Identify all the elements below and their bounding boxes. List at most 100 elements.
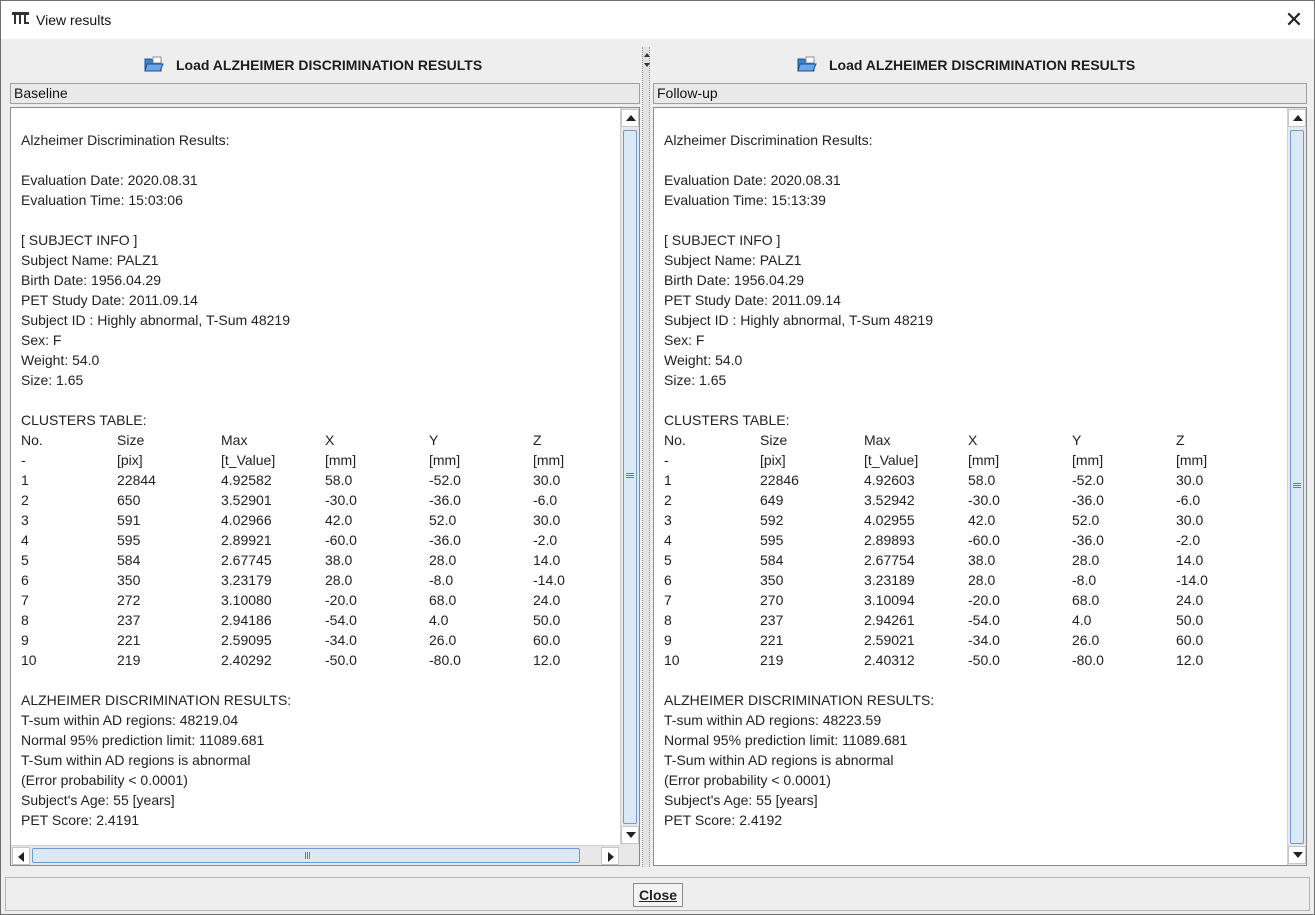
table-cell: 30.0 — [533, 472, 561, 488]
pet-score: PET Score: 2.4191 — [21, 812, 140, 828]
table-cell: 9 — [21, 632, 29, 648]
load-baseline-button[interactable]: Load ALZHEIMER DISCRIMINATION RESULTS — [144, 51, 482, 79]
pmod-icon — [12, 12, 29, 24]
follow-up-results-text[interactable]: Alzheimer Discrimination Results: Evalua… — [653, 107, 1307, 866]
pet-score: PET Score: 2.4192 — [664, 812, 783, 828]
sex: Sex: F — [664, 332, 705, 348]
scroll-down-button[interactable] — [621, 826, 639, 844]
table-cell: 2.67745 — [221, 552, 272, 568]
table-cell: 7 — [21, 592, 29, 608]
sex: Sex: F — [21, 332, 62, 348]
table-cell: 2.59095 — [221, 632, 272, 648]
table-cell: 28.0 — [1072, 552, 1100, 568]
table-cell: -50.0 — [325, 652, 357, 668]
split-pane-divider[interactable] — [642, 47, 650, 867]
table-cell: 10 — [21, 652, 37, 668]
window-title: View results — [36, 12, 112, 28]
scroll-corner — [620, 845, 639, 865]
footer-bar: Close — [5, 877, 1310, 911]
table-cell: 42.0 — [968, 512, 996, 528]
table-cell: 592 — [760, 512, 784, 528]
table-cell: 28.0 — [968, 572, 996, 588]
table-cell: -36.0 — [429, 532, 461, 548]
table-row: 8 237 2.94186 -54.0 4.0 50.0 — [21, 610, 560, 630]
scroll-thumb[interactable] — [1290, 130, 1304, 844]
report-text: Alzheimer Discrimination Results: Evalua… — [21, 130, 565, 830]
report-heading: Alzheimer Discrimination Results: — [664, 132, 873, 148]
evaluation-date: Evaluation Date: 2020.08.31 — [21, 172, 198, 188]
collapse-right-icon[interactable] — [644, 63, 650, 67]
table-cell: -14.0 — [1176, 572, 1208, 588]
weight: Weight: 54.0 — [664, 352, 743, 368]
load-label: Load ALZHEIMER DISCRIMINATION RESULTS — [829, 57, 1136, 73]
table-cell: 3 — [21, 512, 29, 528]
table-cell: -52.0 — [1072, 472, 1104, 488]
tsum: T-sum within AD regions: 48219.04 — [21, 712, 239, 728]
vertical-scrollbar[interactable] — [1287, 108, 1306, 865]
horizontal-scroll-thumb[interactable] — [32, 848, 580, 863]
table-cell: 2.94186 — [221, 612, 272, 628]
table-cell: 9 — [664, 632, 672, 648]
table-cell: 58.0 — [325, 472, 353, 488]
table-cell: 584 — [117, 552, 141, 568]
scroll-thumb[interactable] — [623, 130, 637, 824]
clusters-table-units: - [pix] [t_Value] [mm] [mm] [mm] — [21, 452, 565, 468]
table-cell: 219 — [117, 652, 141, 668]
table-row: 3 592 4.02955 42.0 52.0 30.0 — [664, 510, 1203, 530]
clusters-table-columns: No. Size Max X Y Z — [664, 432, 1185, 448]
table-cell: 4.0 — [429, 612, 449, 628]
scroll-right-button[interactable] — [601, 847, 619, 865]
size: Size: 1.65 — [664, 372, 727, 388]
birth-date: Birth Date: 1956.04.29 — [21, 272, 162, 288]
table-row: 6 350 3.23179 28.0 -8.0 -14.0 — [21, 570, 565, 590]
table-cell: -2.0 — [533, 532, 558, 548]
table-cell: 2.89921 — [221, 532, 272, 548]
arrow-right-icon — [608, 852, 614, 862]
table-cell: 650 — [117, 492, 141, 508]
clusters-table-body: 1 22844 4.92582 58.0 -52.0 30.0 2 650 3.52901 -30… — [21, 470, 565, 670]
horizontal-scrollbar[interactable] — [11, 845, 620, 865]
table-row: 7 270 3.10094 -20.0 68.0 24.0 — [664, 590, 1203, 610]
table-row: 8 237 2.94261 -54.0 4.0 50.0 — [664, 610, 1203, 630]
table-cell: 30.0 — [533, 512, 561, 528]
close-icon[interactable]: ✕ — [1279, 5, 1309, 35]
subject-id: Subject ID : Highly abnormal, T-Sum 4821… — [21, 312, 290, 328]
scroll-up-button[interactable] — [1288, 109, 1306, 127]
baseline-results-text[interactable]: Alzheimer Discrimination Results: Evalua… — [10, 107, 640, 866]
evaluation-time: Evaluation Time: 15:13:39 — [664, 192, 826, 208]
subject-info-header: [ SUBJECT INFO ] — [21, 232, 138, 248]
clusters-table-body: 1 22846 4.92603 58.0 -52.0 30.0 2 649 3.52942 -30… — [664, 470, 1208, 670]
arrow-up-icon — [626, 115, 636, 121]
table-cell: 38.0 — [325, 552, 353, 568]
subject-id: Subject ID : Highly abnormal, T-Sum 4821… — [664, 312, 933, 328]
table-row: 5 584 2.67754 38.0 28.0 14.0 — [664, 550, 1203, 570]
table-cell: -60.0 — [968, 532, 1000, 548]
table-cell: 3.23189 — [864, 572, 915, 588]
collapse-left-icon[interactable] — [644, 53, 650, 57]
clusters-table-columns: No. Size Max X Y Z — [21, 432, 542, 448]
table-cell: 24.0 — [533, 592, 561, 608]
table-cell: 270 — [760, 592, 784, 608]
table-row: 6 350 3.23189 28.0 -8.0 -14.0 — [664, 570, 1208, 590]
load-follow-up-button[interactable]: Load ALZHEIMER DISCRIMINATION RESULTS — [797, 51, 1135, 79]
results-header: ALZHEIMER DISCRIMINATION RESULTS: — [21, 692, 292, 708]
table-cell: 3.23179 — [221, 572, 272, 588]
close-button[interactable]: Close — [633, 883, 683, 907]
scroll-up-button[interactable] — [621, 109, 639, 127]
table-cell: 350 — [760, 572, 784, 588]
table-cell: 221 — [760, 632, 784, 648]
table-cell: 584 — [760, 552, 784, 568]
scroll-down-button[interactable] — [1288, 846, 1306, 864]
vertical-scrollbar[interactable] — [620, 108, 639, 845]
birth-date: Birth Date: 1956.04.29 — [664, 272, 805, 288]
clusters-table-header: CLUSTERS TABLE: — [21, 412, 147, 428]
table-cell: 8 — [664, 612, 672, 628]
arrow-up-icon — [1293, 115, 1303, 121]
scroll-left-button[interactable] — [12, 847, 30, 865]
table-row: 2 649 3.52942 -30.0 -36.0 -6.0 — [664, 490, 1200, 510]
table-cell: 52.0 — [429, 512, 457, 528]
baseline-label: Baseline — [10, 83, 640, 104]
table-cell: 52.0 — [1072, 512, 1100, 528]
table-row: 3 591 4.02966 42.0 52.0 30.0 — [21, 510, 560, 530]
table-row: 9 221 2.59021 -34.0 26.0 60.0 — [664, 630, 1203, 650]
